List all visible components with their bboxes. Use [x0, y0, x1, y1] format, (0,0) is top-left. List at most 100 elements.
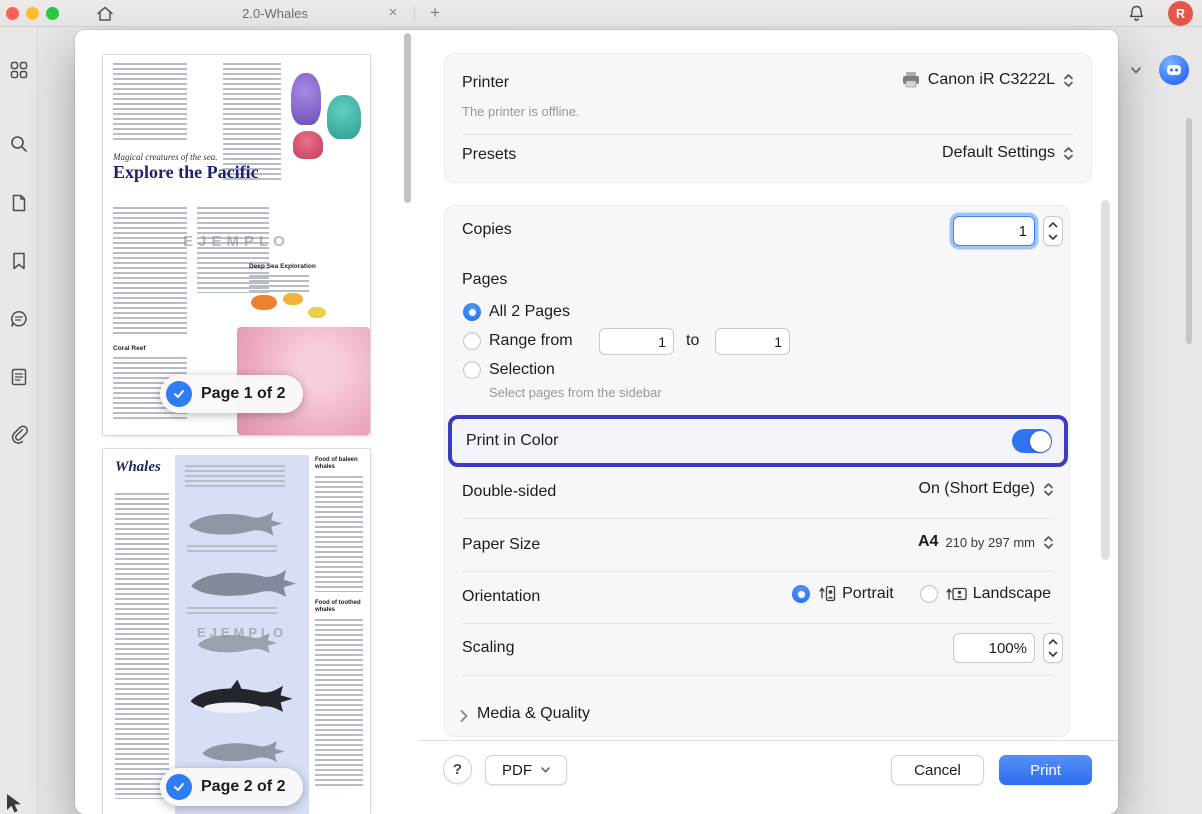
- page-1-badge-label: Page 1 of 2: [201, 385, 286, 402]
- page-2-badge-label: Page 2 of 2: [201, 778, 286, 795]
- copies-stepper[interactable]: [1043, 216, 1063, 246]
- portrait-icon: [816, 584, 836, 604]
- printer-status: The printer is offline.: [462, 104, 580, 119]
- printer-value: Canon iR C3222L: [927, 71, 1055, 88]
- presets-select[interactable]: Default Settings: [942, 144, 1075, 162]
- pages-range-label[interactable]: Range from: [489, 332, 573, 350]
- double-sided-label: Double-sided: [462, 483, 557, 500]
- outline-doc-icon[interactable]: [9, 367, 29, 387]
- file-icon[interactable]: [9, 193, 29, 213]
- printer-select[interactable]: Canon iR C3222L: [901, 71, 1075, 89]
- whale-illustration: [187, 565, 299, 602]
- print-button[interactable]: Print: [999, 755, 1092, 785]
- paperclip-icon[interactable]: [9, 424, 29, 444]
- coral-image: [291, 73, 321, 125]
- range-to-value: 1: [774, 333, 782, 350]
- close-tab-icon[interactable]: ×: [385, 3, 401, 23]
- thumbnail-text-block: [249, 275, 309, 293]
- printer-presets-group: Printer Canon iR C3222L The printer is o…: [444, 53, 1092, 183]
- landscape-label[interactable]: Landscape: [973, 585, 1051, 603]
- whale-illustration: [185, 507, 285, 540]
- landscape-radio[interactable]: [919, 585, 938, 603]
- fish-image: [308, 307, 326, 318]
- thumbnail-text-block: [187, 607, 277, 615]
- sidebar: [0, 27, 38, 814]
- page1-subhead-coral: Coral Reef: [113, 345, 146, 352]
- cancel-button[interactable]: Cancel: [891, 755, 984, 785]
- help-button[interactable]: ?: [443, 755, 472, 784]
- check-circle-icon: [166, 381, 192, 407]
- apps-grid-icon[interactable]: [9, 60, 29, 80]
- page2-subhead-baleen: Food of baleen whales: [315, 457, 358, 470]
- page2-right-column: Food of baleen whales Food of toothed wh…: [315, 457, 363, 789]
- range-from-input[interactable]: 1: [599, 328, 674, 355]
- page1-subhead-deep: Deep Sea Exploration: [249, 263, 316, 270]
- double-sided-select[interactable]: On (Short Edge): [919, 480, 1056, 498]
- copies-value: 1: [1018, 222, 1027, 240]
- app-scrollbar[interactable]: [1186, 118, 1192, 344]
- stepper-up-icon: [1048, 222, 1058, 228]
- updf-ai-icon[interactable]: [1159, 55, 1189, 85]
- pdf-chevron-icon: [541, 767, 550, 773]
- pages-selection-radio[interactable]: [463, 361, 481, 379]
- new-tab-icon[interactable]: +: [426, 2, 444, 24]
- range-to-input[interactable]: 1: [715, 328, 790, 355]
- double-sided-value: On (Short Edge): [918, 480, 1036, 497]
- thumbnail-text-block: [187, 545, 277, 553]
- thumbnail-text-block: [315, 619, 363, 789]
- titlebar: 2.0-Whales × + R: [0, 0, 1202, 27]
- settings-scrollbar[interactable]: [1101, 200, 1110, 560]
- page-1-badge: Page 1 of 2: [160, 375, 304, 413]
- tab-divider: [414, 6, 415, 21]
- dropdown-chevrons-icon: [1062, 72, 1075, 89]
- thumbnail-text-block: [185, 465, 285, 489]
- bell-icon[interactable]: [1127, 4, 1146, 23]
- scaling-input[interactable]: 100%: [953, 633, 1035, 663]
- page1-watermark: EJEMPLO: [183, 233, 290, 250]
- paper-size-select[interactable]: A4 210 by 297 mm: [918, 533, 1055, 551]
- pages-range-radio[interactable]: [463, 332, 481, 350]
- orientation-label: Orientation: [462, 588, 541, 605]
- pages-all-label[interactable]: All 2 Pages: [489, 303, 570, 321]
- preview-panel: Magical creatures of the sea. Explore th…: [75, 30, 420, 814]
- tab-title[interactable]: 2.0-Whales: [170, 0, 380, 27]
- copies-label: Copies: [462, 221, 512, 238]
- avatar[interactable]: R: [1168, 1, 1193, 26]
- home-icon[interactable]: [96, 5, 114, 23]
- media-quality-disclosure[interactable]: Media & Quality: [445, 698, 1069, 738]
- scaling-stepper[interactable]: [1043, 633, 1063, 663]
- chevron-down-icon[interactable]: [1129, 63, 1143, 77]
- page-2-thumbnail[interactable]: Whales EJEMPLO Food of baleen whales Foo…: [103, 449, 370, 814]
- print-in-color-toggle[interactable]: [1012, 429, 1052, 453]
- thumbnail-text-block: [115, 493, 169, 799]
- print-dialog: Magical creatures of the sea. Explore th…: [75, 30, 1118, 814]
- portrait-label[interactable]: Portrait: [842, 585, 894, 603]
- row-divider: [462, 675, 1052, 676]
- minimize-window-button[interactable]: [26, 7, 39, 20]
- zoom-window-button[interactable]: [46, 7, 59, 20]
- thumbnail-text-block: [113, 207, 187, 335]
- presets-label: Presets: [462, 146, 517, 163]
- check-circle-icon: [166, 774, 192, 800]
- copies-input[interactable]: 1: [953, 216, 1035, 246]
- pdf-menu-button[interactable]: PDF: [485, 755, 567, 785]
- disclosure-chevron-icon: [459, 709, 469, 723]
- bookmark-icon[interactable]: [9, 251, 29, 271]
- page-1-thumbnail[interactable]: Magical creatures of the sea. Explore th…: [103, 55, 370, 435]
- whale-illustration: [199, 737, 287, 766]
- thumbnail-scrollbar[interactable]: [404, 33, 411, 203]
- print-in-color-row: Print in Color: [448, 415, 1068, 467]
- comment-icon[interactable]: [9, 309, 29, 329]
- fish-image: [283, 293, 303, 305]
- pdf-label: PDF: [502, 761, 532, 779]
- page1-kicker: Magical creatures of the sea.: [113, 152, 218, 162]
- search-icon[interactable]: [9, 134, 29, 154]
- printer-label: Printer: [462, 74, 510, 91]
- orientation-options: Portrait Landscape: [792, 584, 1051, 604]
- pages-selection-label[interactable]: Selection: [489, 361, 555, 379]
- pages-label: Pages: [462, 271, 508, 288]
- portrait-radio[interactable]: [792, 585, 811, 603]
- close-window-button[interactable]: [6, 7, 19, 20]
- landscape-icon: [944, 584, 967, 604]
- pages-all-radio[interactable]: [463, 303, 481, 321]
